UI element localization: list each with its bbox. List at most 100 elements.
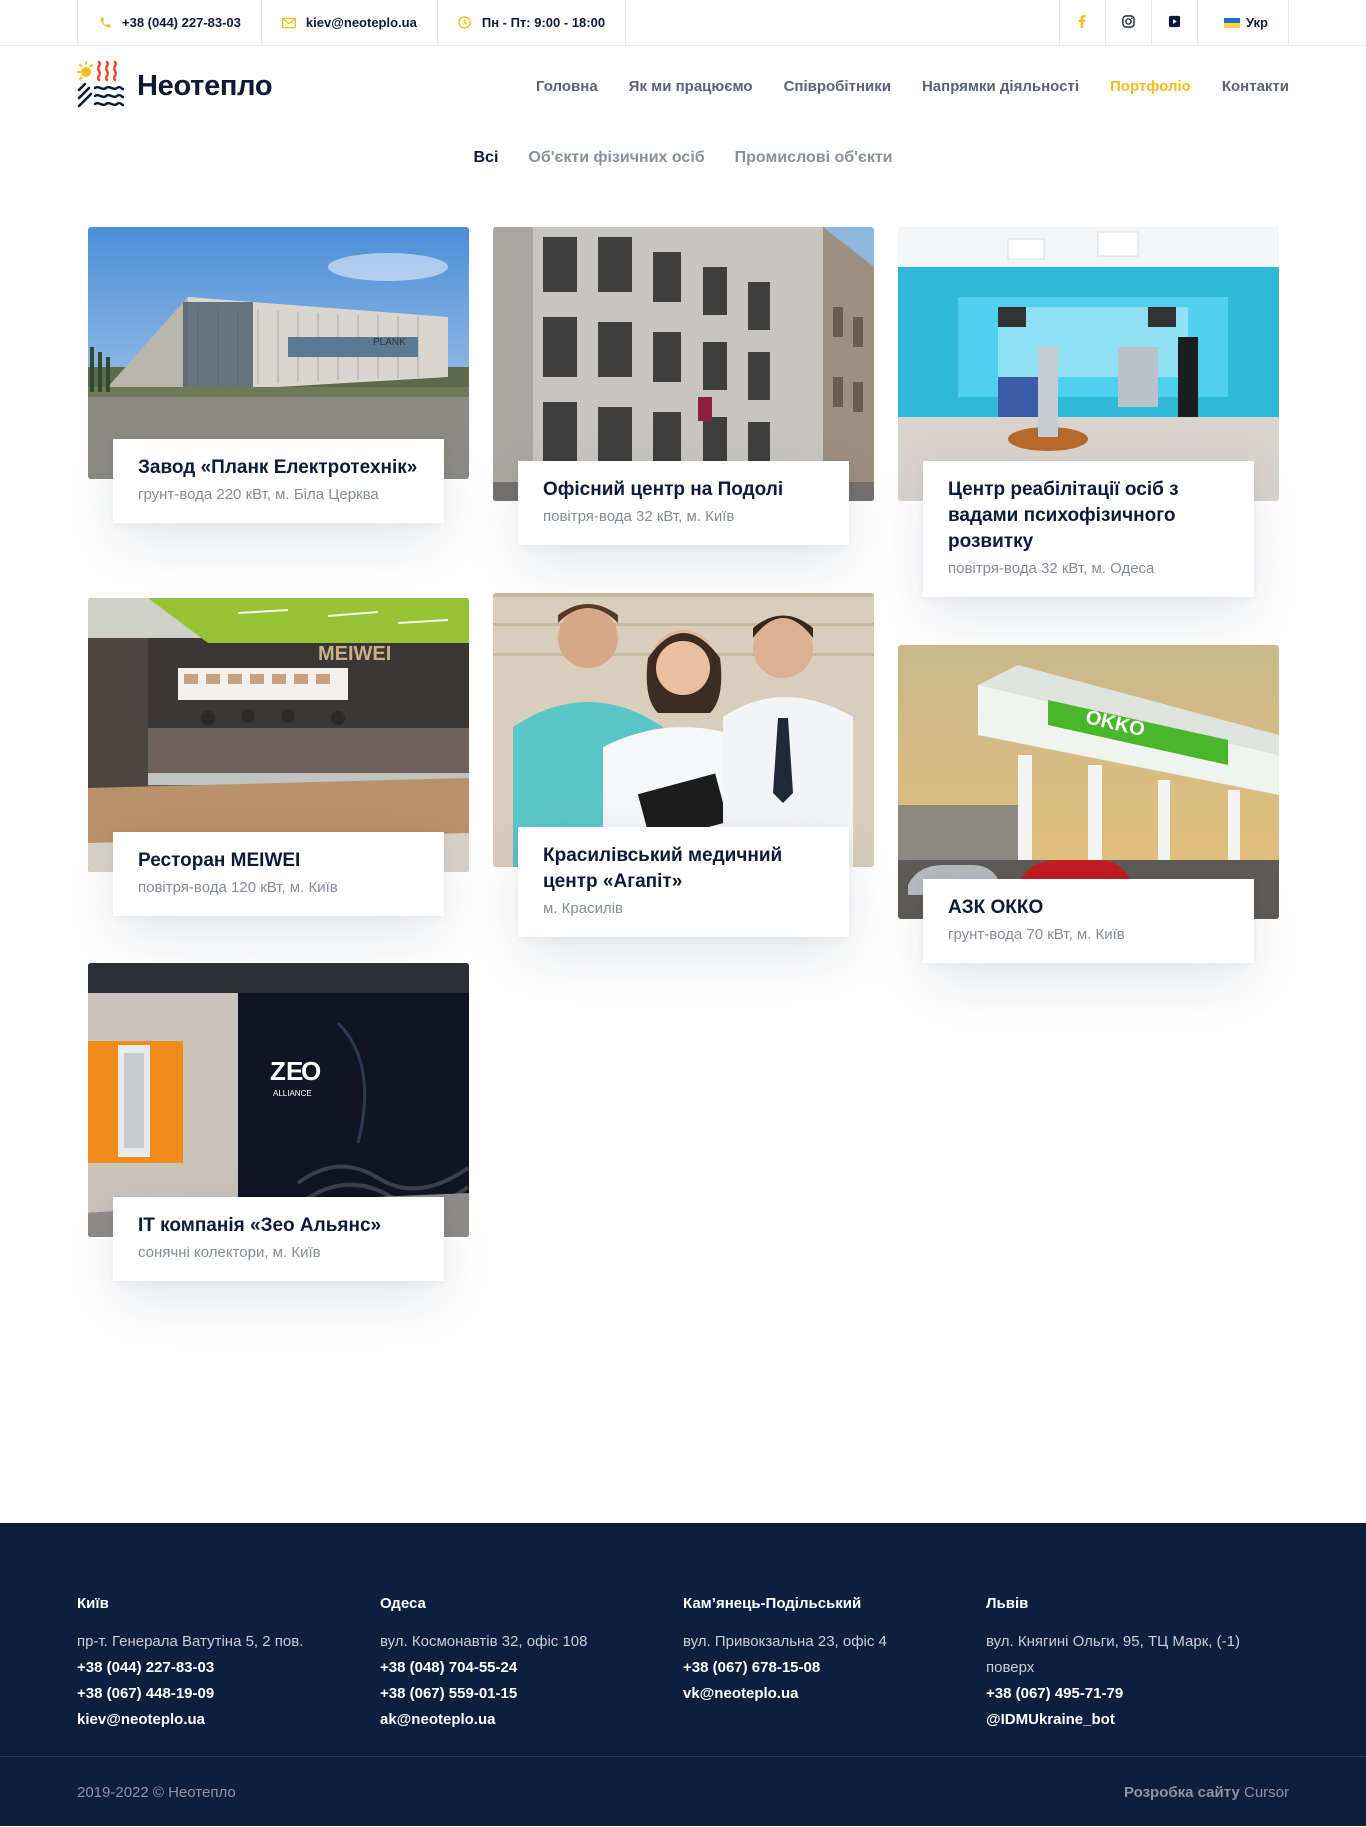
portfolio-card-info: Ресторан MEIWEI повітря-вода 120 кВт, м.… bbox=[113, 832, 444, 916]
footer-email[interactable]: vk@neoteplo.ua bbox=[683, 1681, 986, 1707]
footer-email[interactable]: ak@neoteplo.ua bbox=[380, 1707, 683, 1733]
nav-item-home[interactable]: Головна bbox=[536, 78, 598, 95]
gas-station-photo: OKKO bbox=[898, 645, 1279, 919]
filter-industrial[interactable]: Промислові об'єкти bbox=[735, 149, 893, 167]
portfolio-card[interactable]: Z E O ALLIANCE IT компанія «Зео Альянс» … bbox=[88, 963, 469, 1281]
portfolio-card-info: Центр реабілітації осіб з вадами психофі… bbox=[923, 461, 1254, 597]
topbar-hours-text: Пн - Пт: 9:00 - 18:00 bbox=[481, 15, 606, 30]
developer-credit[interactable]: Розробка сайту Cursor bbox=[1124, 1784, 1289, 1801]
facebook-icon bbox=[1078, 14, 1086, 31]
portfolio-card-info: Красилівський медичний центр «Агапіт» м.… bbox=[518, 827, 849, 937]
footer-address: вул. Космонавтів 32, офіс 108 bbox=[380, 1633, 588, 1650]
logo-icon bbox=[77, 60, 125, 113]
footer-city: Львів bbox=[986, 1595, 1029, 1612]
footer-phone[interactable]: +38 (067) 495-71-79 bbox=[986, 1681, 1289, 1707]
nav-item-services[interactable]: Напрямки діяльності bbox=[922, 78, 1079, 95]
logo-text: Неотепло bbox=[137, 69, 273, 102]
footer-office-odesa: Одеса вул. Космонавтів 32, офіс 108 +38 … bbox=[380, 1591, 683, 1756]
portfolio-card[interactable]: MEIWEI Ресторан MEIWEI повітря-вода 120 … bbox=[88, 598, 469, 916]
portfolio-card-title: Красилівський медичний центр «Агапіт» bbox=[543, 845, 783, 892]
nav-item-portfolio[interactable]: Портфоліо bbox=[1110, 78, 1191, 95]
footer-phone[interactable]: +38 (044) 227-83-03 bbox=[77, 1655, 380, 1681]
footer-city: Одеса bbox=[380, 1595, 426, 1612]
footer-telegram[interactable]: @IDMUkraine_bot bbox=[986, 1707, 1289, 1733]
restaurant-sign: MEIWEI bbox=[318, 643, 391, 665]
language-label: Укр bbox=[1245, 15, 1268, 30]
filter-all[interactable]: Всі bbox=[474, 149, 499, 167]
portfolio-card-title: Ресторан MEIWEI bbox=[138, 850, 301, 871]
portfolio-card-title: Центр реабілітації осіб з вадами психофі… bbox=[948, 479, 1179, 552]
nav-item-contacts[interactable]: Контакти bbox=[1222, 78, 1289, 95]
portfolio-card-subtitle: грунт-вода 70 кВт, м. Київ bbox=[948, 926, 1125, 943]
office-building-photo bbox=[493, 227, 874, 501]
youtube-link[interactable] bbox=[1150, 0, 1197, 45]
portfolio-card-subtitle: грунт-вода 220 кВт, м. Біла Церква bbox=[138, 486, 379, 503]
portfolio-card[interactable]: Офісний центр на Подолі повітря-вода 32 … bbox=[493, 227, 874, 545]
portfolio-card-info: IT компанія «Зео Альянс» сонячні колекто… bbox=[113, 1197, 444, 1281]
language-switcher[interactable]: Укр bbox=[1196, 0, 1289, 45]
footer-city: Київ bbox=[77, 1595, 109, 1612]
footer-bottom: 2019-2022 © Неотепло Розробка сайту Curs… bbox=[0, 1756, 1366, 1826]
footer-phone[interactable]: +38 (067) 559-01-15 bbox=[380, 1681, 683, 1707]
nav-item-staff[interactable]: Співробітники bbox=[784, 78, 891, 95]
footer-address: вул. Привокзальна 23, офіс 4 bbox=[683, 1633, 887, 1650]
portfolio-card-info: Завод «Планк Електротехнік» грунт-вода 2… bbox=[113, 439, 444, 523]
portfolio-card[interactable]: Центр реабілітації осіб з вадами психофі… bbox=[898, 227, 1279, 597]
portfolio-card-title: IT компанія «Зео Альянс» bbox=[138, 1215, 382, 1236]
copyright: 2019-2022 © Неотепло bbox=[77, 1783, 236, 1801]
portfolio-card-subtitle: повітря-вода 32 кВт, м. Одеса bbox=[948, 560, 1155, 577]
topbar-hours: Пн - Пт: 9:00 - 18:00 bbox=[436, 0, 627, 45]
instagram-link[interactable] bbox=[1104, 0, 1151, 45]
portfolio-card-subtitle: м. Красилів bbox=[543, 900, 624, 917]
svg-text:O: O bbox=[301, 1056, 321, 1086]
footer-phone[interactable]: +38 (067) 678-15-08 bbox=[683, 1655, 986, 1681]
portfolio-card[interactable]: Красилівський медичний центр «Агапіт» м.… bbox=[493, 593, 874, 937]
footer-city: Кам’янець-Подільський bbox=[683, 1595, 862, 1612]
medical-staff-photo bbox=[493, 593, 874, 867]
portfolio-card-title: Завод «Планк Електротехнік» bbox=[138, 457, 418, 478]
restaurant-photo: MEIWEI bbox=[88, 598, 469, 872]
facebook-link[interactable] bbox=[1058, 0, 1105, 45]
footer-phone[interactable]: +38 (067) 448-19-09 bbox=[77, 1681, 380, 1707]
footer-office-kyiv: Київ пр-т. Генерала Ватутіна 5, 2 пов. +… bbox=[77, 1591, 380, 1756]
site-header: Неотепло Головна Як ми працюємо Співробі… bbox=[77, 46, 1289, 126]
logo[interactable]: Неотепло bbox=[77, 60, 273, 113]
footer-office-kamianets: Кам’янець-Подільський вул. Привокзальна … bbox=[683, 1591, 986, 1756]
portfolio-card-subtitle: повітря-вода 32 кВт, м. Київ bbox=[543, 508, 735, 525]
envelope-icon bbox=[281, 16, 296, 30]
developer-label: Розробка сайту bbox=[1124, 1783, 1240, 1801]
instagram-icon bbox=[1122, 14, 1135, 31]
portfolio-card-title: АЗК ОККО bbox=[948, 897, 1044, 918]
youtube-icon bbox=[1168, 15, 1181, 31]
footer-email[interactable]: kiev@neoteplo.ua bbox=[77, 1707, 380, 1733]
it-office-photo: Z E O ALLIANCE bbox=[88, 963, 469, 1237]
portfolio-card-subtitle: сонячні колектори, м. Київ bbox=[138, 1244, 321, 1261]
portfolio-grid: PLANK Завод «Планк Електротехнік» грунт-… bbox=[0, 173, 1366, 1523]
topbar-phone[interactable]: +38 (044) 227-83-03 bbox=[77, 0, 261, 45]
topbar-phone-text: +38 (044) 227-83-03 bbox=[122, 15, 241, 30]
ukraine-flag-icon bbox=[1223, 17, 1240, 28]
portfolio-card-info: АЗК ОККО грунт-вода 70 кВт, м. Київ bbox=[923, 879, 1254, 963]
svg-text:ALLIANCE: ALLIANCE bbox=[273, 1089, 312, 1098]
top-bar: +38 (044) 227-83-03 kiev@neoteplo.ua Пн … bbox=[0, 0, 1366, 46]
footer-office-lviv: Львів вул. Княгині Ольги, 95, ТЦ Марк, (… bbox=[986, 1591, 1289, 1756]
filter-private[interactable]: Об'єкти фізичних осіб bbox=[528, 149, 704, 167]
topbar-email[interactable]: kiev@neoteplo.ua bbox=[260, 0, 437, 45]
portfolio-card[interactable]: PLANK Завод «Планк Електротехнік» грунт-… bbox=[88, 227, 469, 523]
portfolio-card-title: Офісний центр на Подолі bbox=[543, 479, 784, 500]
portfolio-card[interactable]: OKKO АЗК ОККО грунт-вода 70 кВт, м. Київ bbox=[898, 645, 1279, 963]
main-nav: Головна Як ми працюємо Співробітники Нап… bbox=[505, 78, 1289, 95]
portfolio-card-subtitle: повітря-вода 120 кВт, м. Київ bbox=[138, 879, 338, 896]
portfolio-card-info: Офісний центр на Подолі повітря-вода 32 … bbox=[518, 461, 849, 545]
developer-name: Cursor bbox=[1243, 1783, 1289, 1801]
rehab-center-photo bbox=[898, 227, 1279, 501]
footer-address: вул. Княгині Ольги, 95, ТЦ Марк, (-1) по… bbox=[986, 1633, 1240, 1676]
clock-icon bbox=[458, 16, 472, 30]
topbar-email-text: kiev@neoteplo.ua bbox=[305, 15, 417, 30]
nav-item-how-we-work[interactable]: Як ми працюємо bbox=[629, 78, 753, 95]
site-footer: Київ пр-т. Генерала Ватутіна 5, 2 пов. +… bbox=[0, 1523, 1366, 1826]
svg-text:PLANK: PLANK bbox=[373, 337, 406, 348]
footer-address: пр-т. Генерала Ватутіна 5, 2 пов. bbox=[77, 1633, 304, 1650]
footer-phone[interactable]: +38 (048) 704-55-24 bbox=[380, 1655, 683, 1681]
phone-icon bbox=[98, 16, 112, 30]
